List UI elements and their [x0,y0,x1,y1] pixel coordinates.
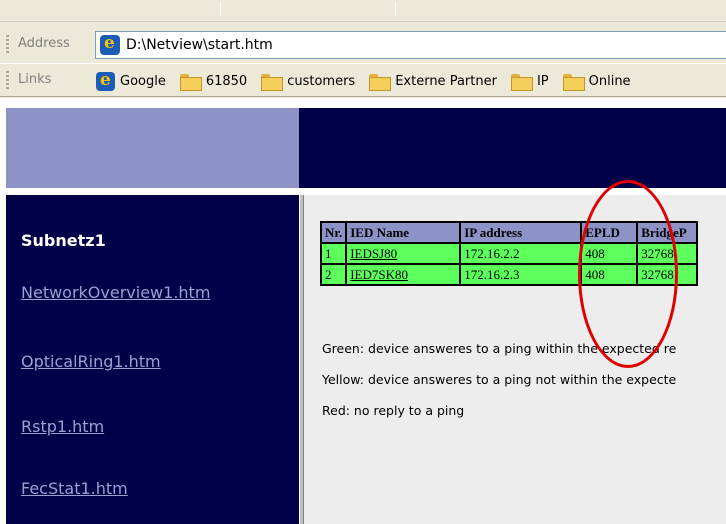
cell-epld: 408 [580,242,639,265]
link-ip[interactable]: IP [510,73,549,91]
column-header: BridgeP [636,221,699,244]
legend-red: Red: no reply to a ping [322,403,465,418]
toolbar-separator [220,2,221,16]
cell-ied-name: IEDSJ80 [345,242,462,265]
link-label: Externe Partner [395,73,497,89]
address-value[interactable]: D:\Netview\start.htm [126,37,273,53]
toolbar-strip [0,0,726,22]
link-customers[interactable]: customers [261,73,356,91]
cell-ip: 172.16.2.2 [459,242,583,265]
ied-name-link[interactable]: IEDSJ80 [350,246,397,261]
link-label: Google [120,73,166,89]
main-frame: Nr. IED Name IP address EPLD BridgeP 1 I… [304,195,726,524]
column-header: IP address [459,221,583,244]
cell-bridge: 32768 [636,263,699,286]
address-input[interactable]: D:\Netview\start.htm [95,31,726,59]
nav-link-optical-ring[interactable]: OpticalRing1.htm [21,352,161,371]
cell-bridge: 32768 [636,242,699,265]
link-google[interactable]: Google [96,70,166,91]
folder-icon [261,73,284,91]
links-bar: Links Google 61850 customers Externe Par… [0,63,726,97]
address-bar: Address D:\Netview\start.htm [0,27,726,63]
nav-link-fecstat[interactable]: FecStat1.htm [21,479,128,498]
column-header: Nr. [319,221,348,244]
legend-yellow: Yellow: device answeres to a ping not wi… [322,372,677,387]
folder-icon [369,73,392,91]
column-header: IED Name [345,221,462,244]
link-label: customers [287,73,356,89]
folder-icon [179,73,202,91]
link-label: Online [588,73,631,89]
cell-epld: 408 [580,263,639,286]
ied-table: Nr. IED Name IP address EPLD BridgeP 1 I… [319,221,699,286]
toolbar-separator [395,2,396,16]
link-online[interactable]: Online [562,73,631,91]
legend-green: Green: device answeres to a ping within … [322,341,677,356]
link-61850[interactable]: 61850 [179,73,248,91]
link-label: 61850 [205,73,248,89]
link-externe-partner[interactable]: Externe Partner [369,73,497,91]
link-label: IP [536,73,549,89]
links-list: Google 61850 customers Externe Partner I… [96,70,645,92]
ied-name-link[interactable]: IED7SK80 [350,267,408,282]
ie-page-icon [100,33,120,55]
table-header-row: Nr. IED Name IP address EPLD BridgeP [319,221,699,244]
cell-nr: 1 [319,242,348,265]
nav-link-network-overview[interactable]: NetworkOverview1.htm [21,283,210,302]
web-page: Subnetz1 NetworkOverview1.htm OpticalRin… [0,98,726,524]
banner-right [299,108,726,188]
nav-frame: Subnetz1 NetworkOverview1.htm OpticalRin… [6,195,299,524]
cell-nr: 2 [319,263,348,286]
table-row: 2 IED7SK80 172.16.2.3 408 32768 [319,263,699,286]
cell-ip: 172.16.2.3 [459,263,583,286]
nav-link-rstp[interactable]: Rstp1.htm [21,417,104,436]
folder-icon [510,73,533,91]
toolbar-grip[interactable] [6,71,9,91]
address-label: Address [18,36,70,51]
banner-left [6,108,299,188]
column-header: EPLD [580,221,639,244]
table-row: 1 IEDSJ80 172.16.2.2 408 32768 [319,242,699,265]
toolbar-grip[interactable] [6,35,9,55]
cell-ied-name: IED7SK80 [345,263,462,286]
ie-page-icon [96,70,115,91]
links-label: Links [18,72,52,87]
folder-icon [562,73,585,91]
nav-title: Subnetz1 [21,231,106,250]
